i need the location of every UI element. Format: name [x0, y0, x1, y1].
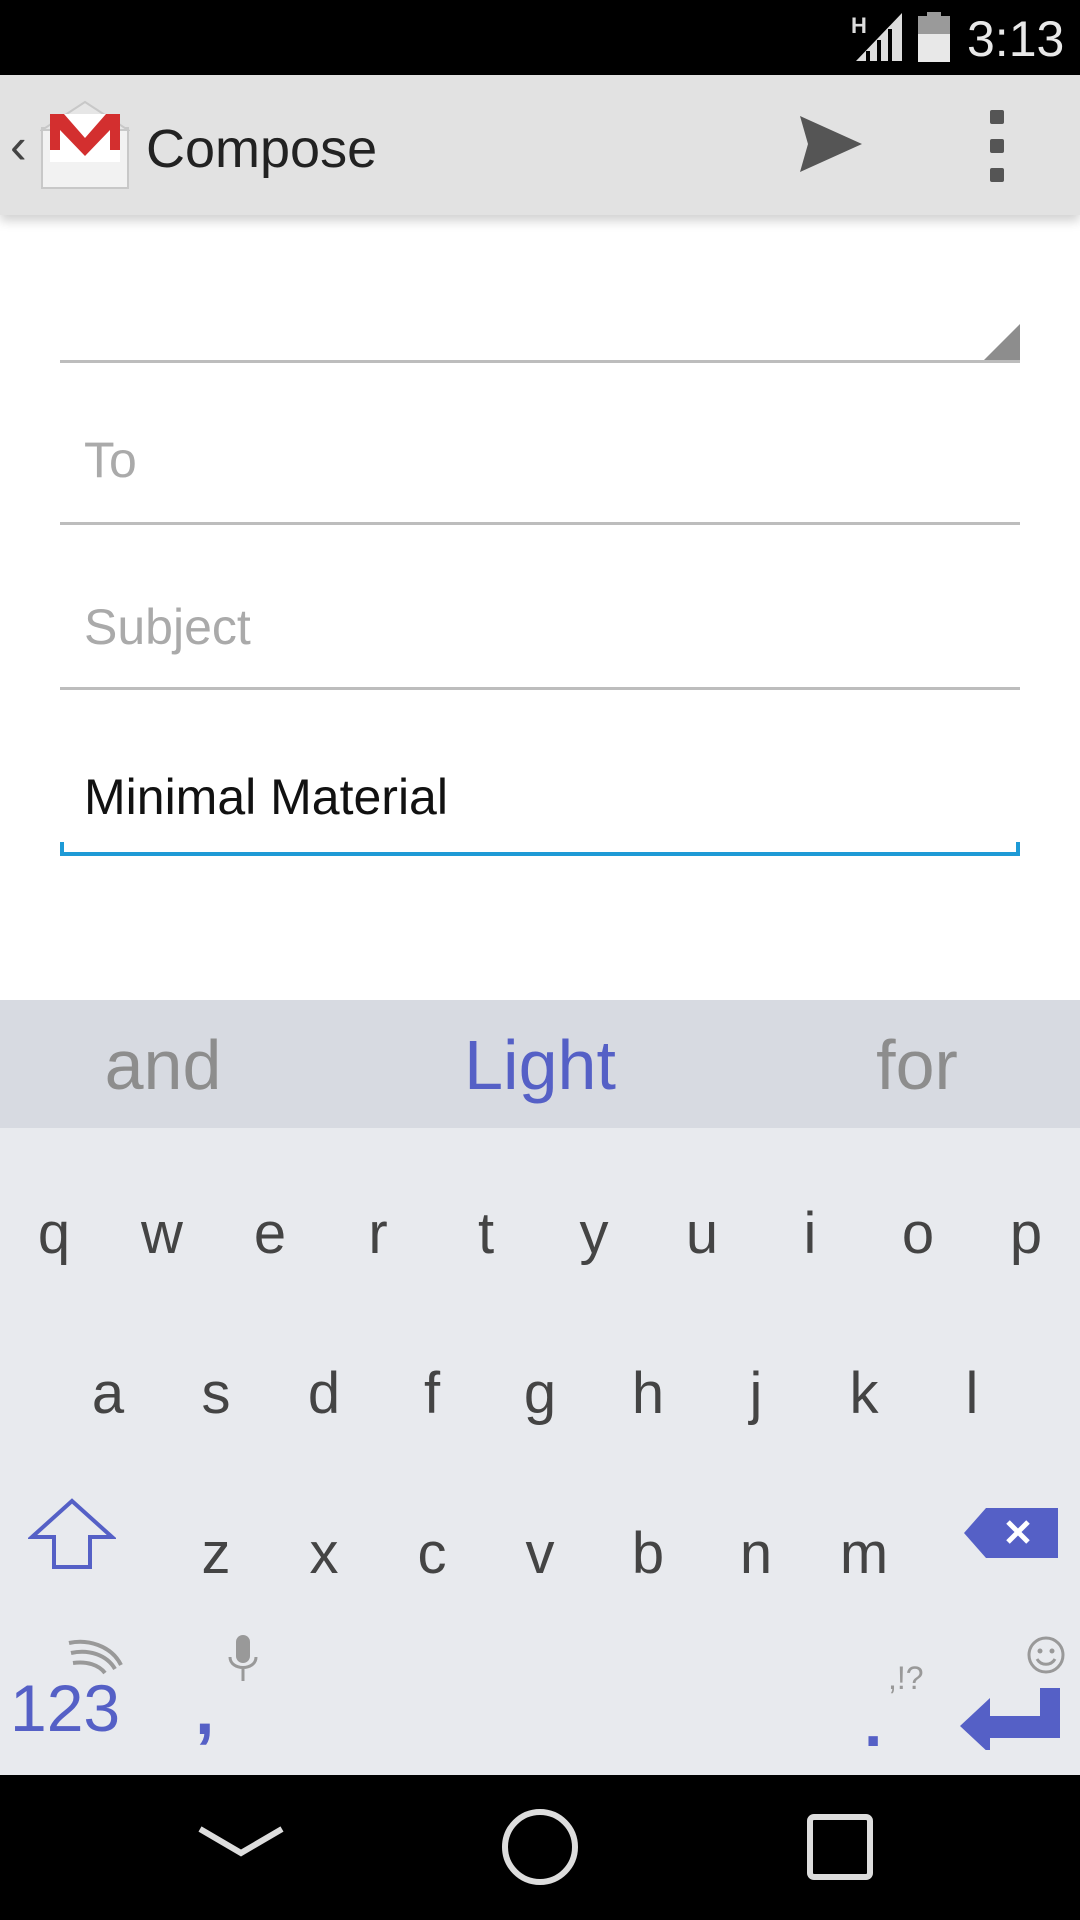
key-d[interactable]: d: [270, 1310, 378, 1460]
key-o[interactable]: o: [864, 1150, 972, 1300]
key-label: x: [309, 1521, 339, 1586]
key-label: c: [417, 1521, 447, 1586]
key-label: g: [523, 1361, 557, 1426]
period-key[interactable]: ,!? .: [860, 1640, 940, 1770]
shift-key[interactable]: [28, 1497, 116, 1571]
comma-key[interactable]: ,: [190, 1640, 250, 1770]
action-bar: ‹ Compose: [0, 75, 1080, 215]
key-g[interactable]: g: [486, 1310, 594, 1460]
punctuation-hint: ,!?: [888, 1660, 924, 1696]
overflow-dot: [990, 168, 1004, 182]
key-t[interactable]: t: [432, 1150, 540, 1300]
key-w[interactable]: w: [108, 1150, 216, 1300]
body-field[interactable]: Minimal Material: [60, 690, 1020, 856]
body-text: Minimal Material: [84, 769, 448, 825]
to-placeholder: To: [84, 432, 137, 488]
key-label: f: [423, 1361, 441, 1426]
key-label: s: [201, 1361, 231, 1426]
key-label: p: [1009, 1201, 1043, 1266]
send-icon[interactable]: [790, 110, 870, 180]
key-c[interactable]: c: [378, 1470, 486, 1620]
key-label: i: [803, 1201, 817, 1266]
navigation-bar: [0, 1775, 1080, 1920]
key-j[interactable]: j: [702, 1310, 810, 1460]
suggestion-left[interactable]: and: [13, 1025, 313, 1105]
key-label: q: [37, 1201, 71, 1266]
key-label: o: [901, 1201, 935, 1266]
chevron-left-icon[interactable]: ‹: [10, 117, 27, 175]
key-f[interactable]: f: [378, 1310, 486, 1460]
key-label: m: [839, 1521, 889, 1586]
soft-keyboard: and Light for q w e r t y u i o p a s d f g h j k l z x c v b n m…: [0, 1000, 1080, 1775]
suggestion-right[interactable]: for: [767, 1025, 1067, 1105]
key-label: b: [631, 1521, 665, 1586]
numbers-key[interactable]: 123: [10, 1670, 140, 1746]
key-u[interactable]: u: [648, 1150, 756, 1300]
page-title: Compose: [146, 119, 378, 179]
comma-label: ,: [195, 1671, 215, 1749]
key-label: d: [307, 1361, 341, 1426]
to-field[interactable]: To: [60, 363, 1020, 525]
smiley-icon: [1027, 1636, 1065, 1674]
key-a[interactable]: a: [54, 1310, 162, 1460]
gmail-logo[interactable]: [40, 100, 130, 192]
key-h[interactable]: h: [594, 1310, 702, 1460]
key-label: t: [477, 1201, 495, 1266]
overflow-menu-icon[interactable]: [975, 110, 1019, 182]
key-label: z: [201, 1521, 231, 1586]
suggestion-center[interactable]: Light: [390, 1025, 690, 1105]
subject-placeholder: Subject: [84, 599, 251, 655]
period-label: .: [864, 1686, 883, 1760]
key-q[interactable]: q: [0, 1150, 108, 1300]
key-label: j: [749, 1361, 763, 1426]
key-label: n: [739, 1521, 773, 1586]
key-k[interactable]: k: [810, 1310, 918, 1460]
key-label: w: [141, 1201, 183, 1266]
subject-field[interactable]: Subject: [60, 525, 1020, 690]
key-label: k: [849, 1361, 879, 1426]
recents-icon[interactable]: [806, 1813, 874, 1881]
back-down-icon[interactable]: [196, 1825, 286, 1859]
key-y[interactable]: y: [540, 1150, 648, 1300]
home-icon[interactable]: [500, 1807, 580, 1887]
key-m[interactable]: m: [810, 1470, 918, 1620]
suggestion-bar: and Light for: [0, 1000, 1080, 1128]
key-label: y: [579, 1201, 609, 1266]
overflow-dot: [990, 110, 1004, 124]
from-account-spinner[interactable]: [60, 215, 1020, 363]
signal-icon: [856, 13, 902, 61]
key-v[interactable]: v: [486, 1470, 594, 1620]
key-x[interactable]: x: [270, 1470, 378, 1620]
dropdown-corner-icon: [984, 324, 1020, 360]
backspace-key[interactable]: [964, 1508, 1058, 1558]
enter-key[interactable]: [960, 1688, 1060, 1750]
key-p[interactable]: p: [972, 1150, 1080, 1300]
key-e[interactable]: e: [216, 1150, 324, 1300]
overflow-dot: [990, 139, 1004, 153]
key-n[interactable]: n: [702, 1470, 810, 1620]
key-s[interactable]: s: [162, 1310, 270, 1460]
key-label: r: [368, 1201, 388, 1266]
key-z[interactable]: z: [162, 1470, 270, 1620]
key-i[interactable]: i: [756, 1150, 864, 1300]
compose-form: To Subject Minimal Material: [0, 215, 1080, 1000]
swiftkey-icon: [68, 1639, 123, 1675]
key-label: v: [525, 1521, 555, 1586]
key-label: l: [965, 1361, 979, 1426]
clock: 3:13: [967, 11, 1065, 67]
status-bar: H 3:13: [0, 0, 1080, 75]
focus-underline: [60, 842, 1020, 856]
key-label: e: [253, 1201, 287, 1266]
battery-icon: [918, 12, 950, 62]
key-label: h: [631, 1361, 665, 1426]
key-label: a: [91, 1361, 125, 1426]
key-b[interactable]: b: [594, 1470, 702, 1620]
key-r[interactable]: r: [324, 1150, 432, 1300]
key-l[interactable]: l: [918, 1310, 1026, 1460]
key-label: u: [685, 1201, 719, 1266]
